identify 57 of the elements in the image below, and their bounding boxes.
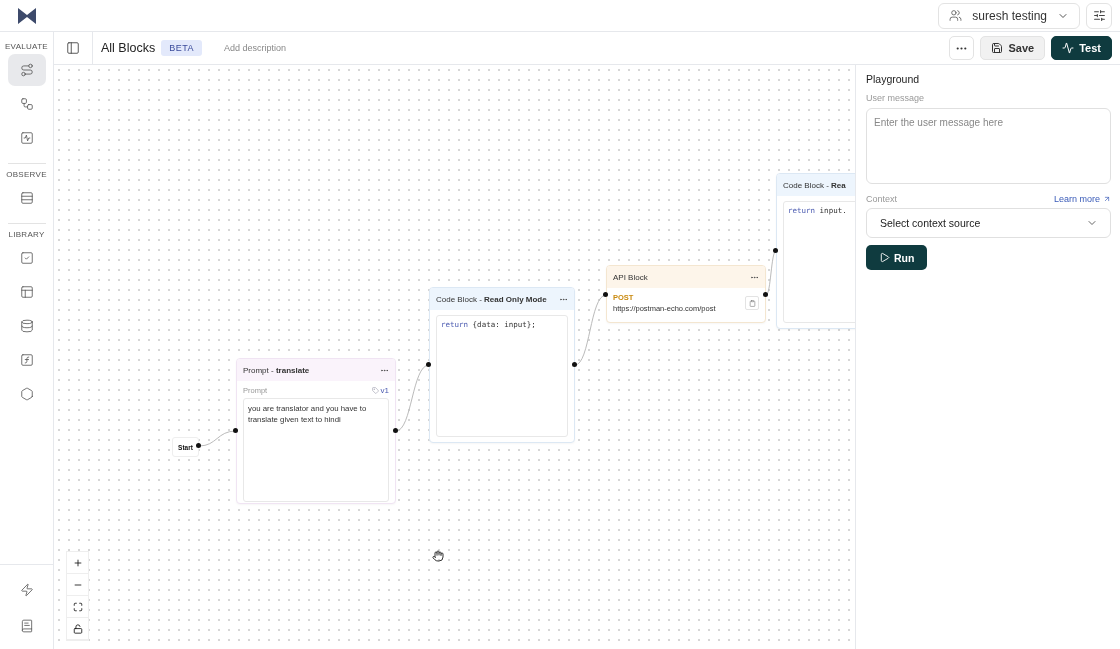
panel-icon bbox=[66, 41, 80, 55]
function-icon bbox=[19, 353, 34, 367]
more-button[interactable] bbox=[949, 36, 975, 60]
lightning-icon bbox=[19, 583, 34, 597]
activity-icon bbox=[1062, 42, 1075, 54]
connection-handle[interactable] bbox=[233, 428, 238, 433]
external-link-icon bbox=[1103, 195, 1111, 203]
connection-handle[interactable] bbox=[603, 292, 608, 297]
block-title: Code Block - Rea bbox=[783, 180, 846, 190]
learn-more-link[interactable]: Learn more bbox=[1053, 194, 1111, 204]
version-label: v1 bbox=[380, 386, 389, 395]
connection-handle[interactable] bbox=[426, 362, 431, 367]
page-title: All Blocks bbox=[101, 41, 156, 55]
section-label: OBSERVE bbox=[6, 170, 47, 179]
message-field[interactable]: Enter the user message here bbox=[866, 108, 1111, 184]
run-button[interactable]: Run bbox=[866, 245, 928, 270]
plus-icon bbox=[72, 557, 83, 568]
play-icon bbox=[879, 252, 890, 263]
connection-handle[interactable] bbox=[393, 428, 398, 433]
book-icon bbox=[19, 619, 34, 633]
workspace-selector[interactable]: suresh testing bbox=[938, 2, 1080, 29]
save-icon bbox=[991, 42, 1004, 54]
field-label: Context bbox=[866, 194, 898, 204]
connection-handle[interactable] bbox=[572, 362, 577, 367]
settings-button[interactable] bbox=[1086, 2, 1112, 29]
database-icon bbox=[19, 319, 34, 333]
block-title: Code Block - Read Only Mode bbox=[436, 294, 547, 304]
block-title: Prompt - translate bbox=[243, 365, 310, 375]
checkbox-icon bbox=[19, 251, 34, 265]
save-button[interactable]: Save bbox=[980, 36, 1046, 60]
tag-icon bbox=[371, 387, 379, 394]
connection-handle[interactable] bbox=[196, 443, 201, 448]
activity-icon bbox=[19, 131, 34, 145]
rows-icon bbox=[19, 191, 34, 205]
fit-view-icon bbox=[72, 601, 83, 612]
hand-cursor-icon bbox=[432, 550, 444, 562]
users-icon bbox=[949, 9, 963, 22]
hexagon-icon bbox=[19, 387, 34, 401]
workflow-icon bbox=[19, 97, 34, 111]
clipboard-icon bbox=[748, 299, 756, 307]
section-label: EVALUATE bbox=[5, 42, 48, 51]
beta-badge: BETA bbox=[161, 40, 203, 56]
section-label: LIBRARY bbox=[8, 230, 45, 239]
description-field[interactable]: Add description bbox=[224, 43, 287, 53]
unlock-icon bbox=[72, 623, 83, 634]
logo-icon bbox=[16, 6, 38, 25]
panel-title: Playground bbox=[866, 73, 921, 85]
connection-handle[interactable] bbox=[763, 292, 768, 297]
connection-handle[interactable] bbox=[773, 248, 778, 253]
block-title: API Block bbox=[613, 272, 648, 282]
test-button[interactable]: Test bbox=[1051, 36, 1112, 60]
field-label: User message bbox=[866, 93, 926, 103]
sliders-icon bbox=[1092, 9, 1106, 22]
route-icon bbox=[19, 63, 34, 77]
context-select[interactable]: Select context source bbox=[866, 208, 1111, 238]
sidebar-item[interactable] bbox=[7, 54, 46, 86]
layout-icon bbox=[19, 285, 34, 299]
